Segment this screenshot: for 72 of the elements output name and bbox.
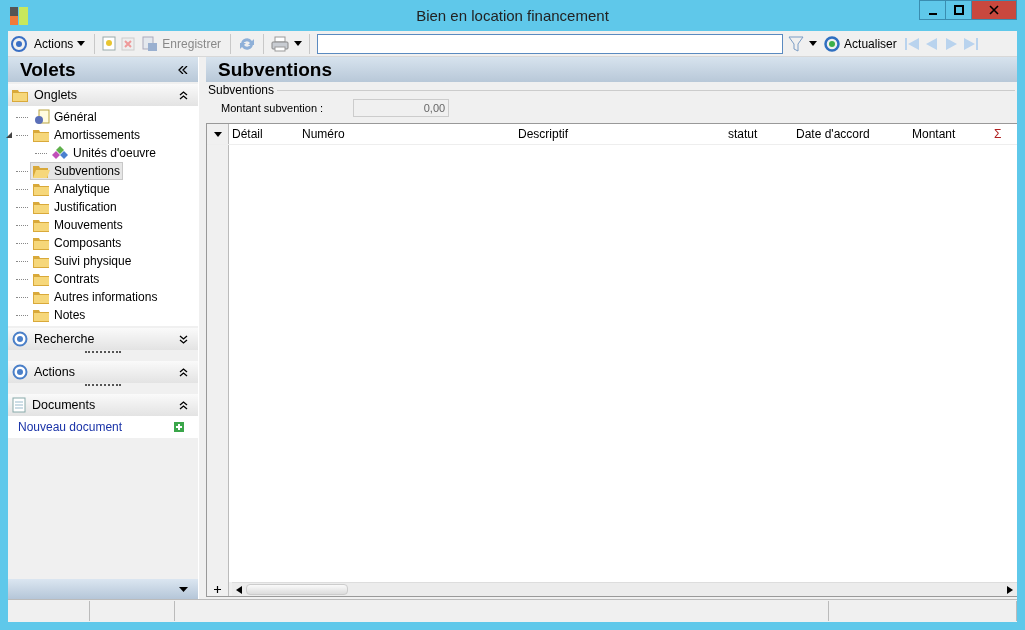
refresh-icon <box>824 35 841 52</box>
section-header[interactable]: Recherche <box>8 328 198 350</box>
add-row-icon[interactable] <box>214 585 221 593</box>
folder-icon <box>33 128 50 142</box>
horizontal-scrollbar[interactable] <box>232 582 1017 596</box>
caret-icon[interactable] <box>809 41 818 46</box>
sync-icon[interactable] <box>238 35 257 52</box>
column-header[interactable]: Détail <box>232 127 302 141</box>
target-icon <box>12 331 28 347</box>
tree-item[interactable]: Autres informations <box>30 288 161 306</box>
caret-icon[interactable] <box>294 41 303 46</box>
tree-item[interactable]: Justification <box>30 198 120 216</box>
column-header[interactable]: Date d'accord <box>796 127 912 141</box>
app-logo-icon <box>10 6 28 25</box>
column-header[interactable]: statut <box>728 127 796 141</box>
refresh-button[interactable]: Actualiser <box>822 35 899 52</box>
delete-icon[interactable] <box>121 36 136 51</box>
tree-item[interactable]: Unités d'oeuvre <box>49 144 159 162</box>
caret-icon <box>179 586 188 592</box>
sum-icon[interactable]: Σ <box>994 127 1002 141</box>
minimize-icon <box>928 13 937 15</box>
tree-item[interactable]: Général <box>30 108 100 126</box>
sidebar-title: Volets <box>20 58 76 81</box>
save-icon <box>142 35 159 52</box>
minimize-button[interactable] <box>919 0 946 20</box>
folder-icon <box>33 200 50 214</box>
folder-icon <box>33 308 50 322</box>
folder-icon <box>33 254 50 268</box>
tree-item[interactable]: Analytique <box>30 180 114 198</box>
close-icon <box>989 5 999 15</box>
add-icon[interactable] <box>174 422 184 432</box>
document-icon <box>12 397 26 413</box>
tree-item[interactable]: Composants <box>30 234 125 252</box>
target-icon[interactable] <box>11 35 27 52</box>
folder-icon <box>33 218 50 232</box>
actions-menu-button[interactable]: Actions <box>32 36 88 51</box>
target-icon <box>12 364 28 380</box>
scroll-right-icon[interactable] <box>1007 585 1013 594</box>
tree-item[interactable]: Mouvements <box>30 216 126 234</box>
column-header[interactable]: Montant <box>912 127 990 141</box>
column-header[interactable]: Numéro <box>302 127 518 141</box>
collapse-sidebar-icon[interactable] <box>178 65 188 74</box>
window-title: Bien en location financement <box>416 7 609 24</box>
field-label: Montant subvention : <box>221 102 324 114</box>
page-title: Subventions <box>218 58 332 81</box>
document-gear-icon <box>33 109 50 125</box>
tree-item[interactable]: Suivi physique <box>30 252 135 270</box>
maximize-button[interactable] <box>945 0 972 20</box>
folder-icon <box>12 88 28 102</box>
maximize-icon <box>953 5 964 15</box>
section-header[interactable]: Onglets <box>8 84 198 106</box>
caret-icon <box>77 41 86 46</box>
diamonds-icon <box>52 145 69 161</box>
tree-item[interactable]: Amortissements <box>30 126 144 144</box>
expander-icon[interactable] <box>6 131 13 139</box>
folder-icon <box>33 272 50 286</box>
folder-icon <box>33 182 50 196</box>
folder-icon <box>33 236 50 250</box>
scroll-thumb[interactable] <box>246 584 348 595</box>
tree-item[interactable]: Contrats <box>30 270 103 288</box>
group-title: Subventions <box>208 83 275 97</box>
tree-item[interactable]: Notes <box>30 306 89 324</box>
folder-icon <box>33 164 50 178</box>
folder-icon <box>33 290 50 304</box>
tree-item[interactable]: Subventions <box>30 162 124 180</box>
scroll-left-icon[interactable] <box>236 585 242 594</box>
close-button[interactable] <box>971 0 1017 20</box>
search-field[interactable] <box>317 33 784 54</box>
column-chooser-icon[interactable] <box>213 131 222 137</box>
section-header[interactable]: Documents <box>8 394 198 416</box>
section-header[interactable]: Actions <box>8 361 198 383</box>
column-header[interactable]: Descriptif <box>518 127 728 141</box>
